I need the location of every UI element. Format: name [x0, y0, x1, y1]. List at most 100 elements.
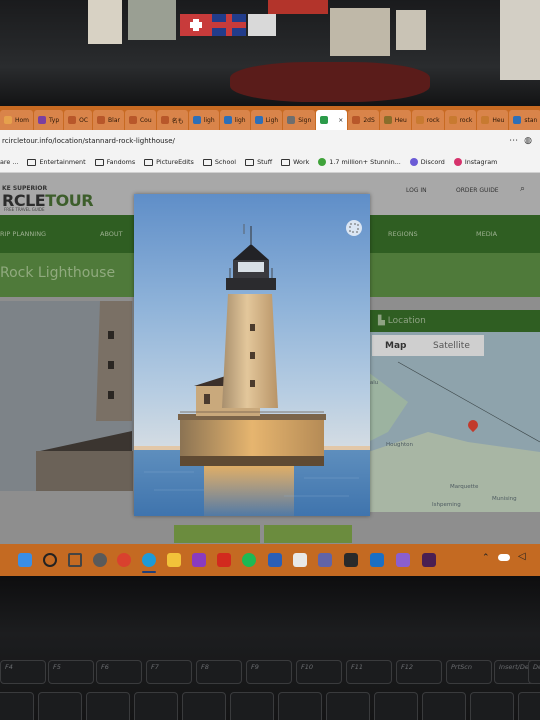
more-options-icon[interactable]: ⋯: [509, 136, 518, 146]
settings-icon[interactable]: [93, 553, 107, 567]
search-icon[interactable]: [43, 553, 57, 567]
spotify-icon[interactable]: [242, 553, 256, 567]
bookmark-item[interactable]: School: [202, 158, 236, 166]
onenote-icon[interactable]: [192, 553, 206, 567]
map-button[interactable]: Map: [385, 341, 406, 351]
keyboard-key: [38, 692, 82, 720]
edge-icon[interactable]: [142, 553, 156, 567]
tab-favicon-icon: [352, 116, 361, 124]
tab-close-icon[interactable]: ×: [338, 117, 343, 124]
tab-label: rock: [459, 116, 473, 124]
browser-tab[interactable]: rock: [411, 110, 444, 130]
browser-tab[interactable]: ligh: [188, 110, 219, 130]
bookmark-item[interactable]: Work: [281, 158, 309, 166]
discord-app-icon[interactable]: [396, 553, 410, 567]
task-view-icon[interactable]: [68, 553, 82, 567]
keyboard-key: F7: [146, 660, 192, 684]
site-action-button[interactable]: [264, 525, 352, 543]
key-label: Del: [533, 663, 540, 671]
chrome-icon[interactable]: [117, 553, 131, 567]
location-label: ▙ Location: [378, 316, 426, 326]
keyboard-key: F10: [296, 660, 342, 684]
network-icon[interactable]: ◁: [518, 551, 526, 562]
browser-tab[interactable]: ×: [316, 110, 348, 130]
search-icon[interactable]: ⌕: [520, 184, 525, 194]
browser-tab[interactable]: Heu: [379, 110, 411, 130]
teams-icon[interactable]: [318, 553, 332, 567]
cat-app-icon[interactable]: [293, 553, 307, 567]
login-link[interactable]: LOG IN: [406, 187, 427, 194]
map-label-munising: Munising: [492, 496, 517, 502]
bookmark-item[interactable]: are ...: [0, 158, 18, 166]
tab-label: Heu: [492, 116, 505, 124]
wall-poster: [128, 0, 176, 40]
nav-trip-planning[interactable]: RIP PLANNING: [0, 230, 46, 238]
tab-favicon-icon: [415, 116, 424, 124]
browser-tab[interactable]: rock: [444, 110, 477, 130]
profile-icon[interactable]: ◍: [524, 136, 532, 146]
h-app-icon[interactable]: [422, 553, 436, 567]
key-label: F11: [351, 663, 364, 671]
acrobat-icon[interactable]: [217, 553, 231, 567]
site-favicon-icon: [453, 158, 462, 166]
bookmark-label: Work: [293, 158, 310, 166]
browser-tab[interactable]: 2dS: [348, 110, 379, 130]
site-action-button[interactable]: [174, 525, 260, 543]
nav-about[interactable]: ABOUT: [100, 230, 123, 238]
browser-tab[interactable]: Hom: [0, 110, 34, 130]
nav-regions[interactable]: REGIONS: [388, 230, 418, 238]
browser-tab[interactable]: Ligh: [250, 110, 283, 130]
bookmark-item[interactable]: Entertainment: [27, 158, 86, 166]
bookmark-item[interactable]: Stuff: [245, 158, 272, 166]
fi-app-icon[interactable]: [344, 553, 358, 567]
browser-tab[interactable]: Cou: [124, 110, 156, 130]
logo-text-b: TOUR: [45, 191, 94, 210]
bookmark-item[interactable]: Fandoms: [94, 158, 136, 166]
tab-favicon-icon: [320, 116, 329, 124]
uk-flag: [212, 14, 246, 36]
bookmark-label: Fandoms: [106, 158, 136, 166]
browser-tab[interactable]: Heu: [477, 110, 509, 130]
bookmark-item[interactable]: 1.7 million+ Stunnin...: [318, 158, 401, 166]
tab-favicon-icon: [383, 116, 392, 124]
browser-tab[interactable]: Blar: [93, 110, 124, 130]
bookmark-label: PictureEdits: [156, 158, 194, 166]
satellite-button[interactable]: Satellite: [433, 341, 470, 351]
bookmarks-bar: are ... Entertainment Fandoms PictureEdits S…: [0, 152, 540, 173]
folder-icon: [281, 158, 291, 166]
browser-tab[interactable]: ligh: [219, 110, 250, 130]
browser-tab[interactable]: stan: [509, 110, 540, 130]
tab-label: ligh: [203, 116, 215, 124]
keyboard-key: F6: [96, 660, 142, 684]
nav-media[interactable]: MEDIA: [476, 230, 497, 238]
folder-icon: [27, 158, 37, 166]
bookmark-item[interactable]: Discord: [409, 158, 445, 166]
windows-start-icon[interactable]: [18, 553, 32, 567]
browser-tab[interactable]: Sign: [283, 110, 316, 130]
tray-chevron-icon[interactable]: ⌃: [482, 553, 490, 563]
tab-favicon-icon: [38, 116, 47, 124]
map-widget[interactable]: Calu Houghton Marquette Munising Ishpemi…: [368, 332, 540, 512]
url-text[interactable]: rcircletour.info/location/stannard-rock-…: [2, 137, 175, 145]
bookmark-item[interactable]: Instagram: [453, 158, 497, 166]
file-explorer-icon[interactable]: [167, 553, 181, 567]
bookmark-item[interactable]: PictureEdits: [144, 158, 194, 166]
map-label-marquette: Marquette: [450, 484, 479, 490]
order-guide-link[interactable]: ORDER GUIDE: [456, 187, 499, 194]
bookmark-label: Discord: [420, 158, 445, 166]
onedrive-icon[interactable]: [498, 554, 510, 561]
word-icon[interactable]: [268, 553, 282, 567]
browser-tab[interactable]: Typ: [34, 110, 64, 130]
browser-tab[interactable]: OC: [64, 110, 93, 130]
folder-icon: [245, 158, 255, 166]
expand-icon[interactable]: [346, 220, 362, 236]
folder-icon: [94, 158, 104, 166]
tab-favicon-icon: [192, 116, 201, 124]
outlook-icon[interactable]: [370, 553, 384, 567]
wall-poster: [268, 0, 328, 14]
keyboard-key: PrtScn: [446, 660, 492, 684]
browser-tab[interactable]: 名も: [156, 110, 188, 130]
wall-poster: [396, 10, 426, 50]
address-bar[interactable]: rcircletour.info/location/stannard-rock-…: [0, 130, 540, 152]
lightbox-image[interactable]: [134, 194, 370, 516]
